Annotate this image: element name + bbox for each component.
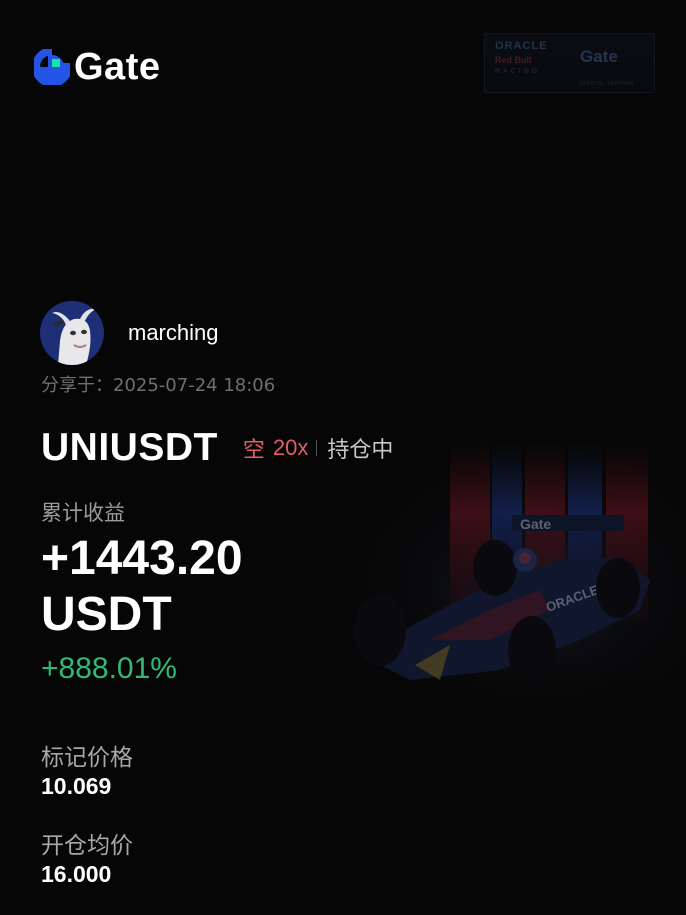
username: marching: [128, 320, 219, 345]
goat-avatar-icon: [40, 301, 104, 365]
svg-text:Gate: Gate: [520, 516, 551, 532]
gate-logo: Gate: [34, 48, 160, 86]
avatar: [40, 301, 104, 365]
share-time-line: 分享于：2025-07-24 18:06: [41, 371, 275, 397]
entry-price-value: 16.000: [41, 861, 112, 887]
pnl-value: +1443.20: [41, 532, 243, 585]
race-car-image: Gate ORACLE: [320, 440, 686, 710]
roi-value: +888.01%: [41, 652, 177, 685]
gate-logo-icon: [34, 49, 70, 85]
side-tag: 空: [242, 438, 265, 463]
tag-divider: [316, 440, 318, 456]
sponsor-tagline: OFFICIAL PARTNER: [579, 81, 635, 87]
mark-price-label: 标记价格: [41, 745, 133, 771]
sponsor-redbull-text: Red Bull: [495, 55, 532, 65]
sponsor-badge: ORACLE Red Bull RACING Gate OFFICIAL PAR…: [484, 33, 655, 93]
share-time: 2025-07-24 18:06: [113, 375, 276, 396]
mark-price-value: 10.069: [41, 773, 112, 799]
sponsor-partner-text: Gate: [580, 47, 618, 66]
pnl-label: 累计收益: [41, 501, 125, 525]
leverage-tag: 20x: [272, 435, 309, 460]
pnl-unit: USDT: [41, 588, 172, 641]
status-tag: 持仓中: [327, 438, 394, 463]
sponsor-racing-text: RACING: [495, 68, 541, 75]
sponsor-oracle-text: ORACLE: [495, 40, 548, 52]
pair-name: UNIUSDT: [41, 426, 218, 469]
entry-price-label: 开仓均价: [41, 833, 133, 859]
share-label: 分享于：: [41, 375, 113, 396]
logo-wordmark: Gate: [74, 46, 161, 88]
position-header: UNIUSDT 空 20x 持仓中: [41, 426, 393, 470]
